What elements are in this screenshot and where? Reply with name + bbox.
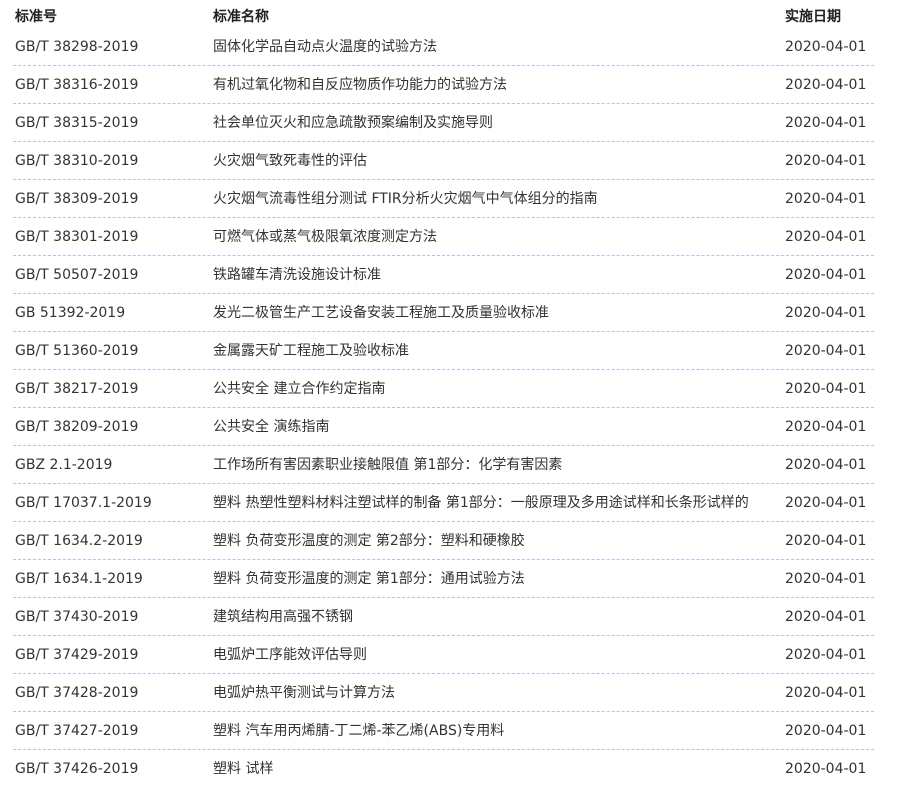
- standard-code-link[interactable]: GB/T 37429-2019: [15, 642, 138, 668]
- header-code: 标准号: [15, 9, 57, 25]
- standard-name-link[interactable]: 火灾烟气流毒性组分测试 FTIR分析火灾烟气中气体组分的指南: [213, 186, 775, 212]
- standard-code-link[interactable]: GB/T 38217-2019: [15, 376, 138, 402]
- standard-name-link[interactable]: 塑料 热塑性塑料材料注塑试样的制备 第1部分：一般原理及多用途试样和长条形试样的: [213, 490, 775, 516]
- table-row[interactable]: GB/T 1634.2-2019 塑料 负荷变形温度的测定 第2部分：塑料和硬橡胶…: [13, 522, 874, 560]
- standard-code-link[interactable]: GB/T 38310-2019: [15, 148, 138, 174]
- standard-name-link[interactable]: 建筑结构用高强不锈钢: [213, 604, 775, 630]
- standard-code-link[interactable]: GB/T 38309-2019: [15, 186, 138, 212]
- standard-name-link[interactable]: 社会单位灭火和应急疏散预案编制及实施导则: [213, 110, 775, 136]
- implementation-date: 2020-04-01: [785, 761, 867, 777]
- standard-name-link[interactable]: 电弧炉工序能效评估导则: [213, 642, 775, 668]
- table-row[interactable]: GB/T 38310-2019 火灾烟气致死毒性的评估 2020-04-01: [13, 142, 874, 180]
- standard-name-link[interactable]: 电弧炉热平衡测试与计算方法: [213, 680, 775, 706]
- standard-code-link[interactable]: GB/T 37430-2019: [15, 604, 138, 630]
- table-row[interactable]: GB/T 37427-2019 塑料 汽车用丙烯腈-丁二烯-苯乙烯(ABS)专用料…: [13, 712, 874, 750]
- implementation-date: 2020-04-01: [785, 343, 867, 359]
- table-row[interactable]: GB/T 38316-2019 有机过氧化物和自反应物质作功能力的试验方法 2020…: [13, 66, 874, 104]
- implementation-date: 2020-04-01: [785, 647, 867, 663]
- table-row[interactable]: GB/T 37428-2019 电弧炉热平衡测试与计算方法 2020-04-01: [13, 674, 874, 712]
- standard-code-link[interactable]: GB/T 1634.2-2019: [15, 528, 143, 554]
- header-name: 标准名称: [213, 9, 269, 25]
- implementation-date: 2020-04-01: [785, 609, 867, 625]
- standard-code-link[interactable]: GB/T 37426-2019: [15, 756, 138, 782]
- table-row[interactable]: GB/T 38217-2019 公共安全 建立合作约定指南 2020-04-01: [13, 370, 874, 408]
- implementation-date: 2020-04-01: [785, 77, 867, 93]
- table-row[interactable]: GBZ 2.1-2019 工作场所有害因素职业接触限值 第1部分：化学有害因素 20…: [13, 446, 874, 484]
- standard-name-link[interactable]: 塑料 负荷变形温度的测定 第2部分：塑料和硬橡胶: [213, 528, 775, 554]
- standard-name-link[interactable]: 工作场所有害因素职业接触限值 第1部分：化学有害因素: [213, 452, 775, 478]
- table-row[interactable]: GB/T 50507-2019 铁路罐车清洗设施设计标准 2020-04-01: [13, 256, 874, 294]
- standard-code-link[interactable]: GB/T 1634.1-2019: [15, 566, 143, 592]
- implementation-date: 2020-04-01: [785, 229, 867, 245]
- standard-code-link[interactable]: GBZ 2.1-2019: [15, 452, 112, 478]
- standard-name-link[interactable]: 塑料 汽车用丙烯腈-丁二烯-苯乙烯(ABS)专用料: [213, 718, 775, 744]
- implementation-date: 2020-04-01: [785, 305, 867, 321]
- standard-code-link[interactable]: GB/T 38316-2019: [15, 72, 138, 98]
- standard-code-link[interactable]: GB/T 38315-2019: [15, 110, 138, 136]
- table-row[interactable]: GB/T 37426-2019 塑料 试样 2020-04-01: [13, 750, 874, 787]
- standard-name-link[interactable]: 火灾烟气致死毒性的评估: [213, 148, 775, 174]
- standard-code-link[interactable]: GB 51392-2019: [15, 300, 125, 326]
- implementation-date: 2020-04-01: [785, 685, 867, 701]
- header-date: 实施日期: [785, 9, 841, 25]
- table-row[interactable]: GB/T 38209-2019 公共安全 演练指南 2020-04-01: [13, 408, 874, 446]
- implementation-date: 2020-04-01: [785, 457, 867, 473]
- standard-name-link[interactable]: 金属露天矿工程施工及验收标准: [213, 338, 775, 364]
- standard-name-link[interactable]: 可燃气体或蒸气极限氧浓度测定方法: [213, 224, 775, 250]
- implementation-date: 2020-04-01: [785, 381, 867, 397]
- table-row[interactable]: GB/T 38315-2019 社会单位灭火和应急疏散预案编制及实施导则 2020-…: [13, 104, 874, 142]
- implementation-date: 2020-04-01: [785, 419, 867, 435]
- standard-code-link[interactable]: GB/T 38301-2019: [15, 224, 138, 250]
- standard-code-link[interactable]: GB/T 17037.1-2019: [15, 490, 152, 516]
- table-row[interactable]: GB/T 37430-2019 建筑结构用高强不锈钢 2020-04-01: [13, 598, 874, 636]
- implementation-date: 2020-04-01: [785, 723, 867, 739]
- implementation-date: 2020-04-01: [785, 191, 867, 207]
- table-row[interactable]: GB/T 38298-2019 固体化学品自动点火温度的试验方法 2020-04-0…: [13, 28, 874, 66]
- standard-name-link[interactable]: 塑料 试样: [213, 756, 775, 782]
- implementation-date: 2020-04-01: [785, 571, 867, 587]
- standard-name-link[interactable]: 铁路罐车清洗设施设计标准: [213, 262, 775, 288]
- standard-code-link[interactable]: GB/T 38209-2019: [15, 414, 138, 440]
- table-row[interactable]: GB/T 37429-2019 电弧炉工序能效评估导则 2020-04-01: [13, 636, 874, 674]
- table-row[interactable]: GB/T 1634.1-2019 塑料 负荷变形温度的测定 第1部分：通用试验方法…: [13, 560, 874, 598]
- table-row[interactable]: GB/T 38309-2019 火灾烟气流毒性组分测试 FTIR分析火灾烟气中气体…: [13, 180, 874, 218]
- table-row[interactable]: GB 51392-2019 发光二极管生产工艺设备安装工程施工及质量验收标准 202…: [13, 294, 874, 332]
- table-row[interactable]: GB/T 51360-2019 金属露天矿工程施工及验收标准 2020-04-01: [13, 332, 874, 370]
- standard-name-link[interactable]: 公共安全 建立合作约定指南: [213, 376, 775, 402]
- standard-code-link[interactable]: GB/T 38298-2019: [15, 34, 138, 60]
- table-header: 标准号 标准名称 实施日期: [0, 0, 906, 28]
- standard-code-link[interactable]: GB/T 50507-2019: [15, 262, 138, 288]
- standard-name-link[interactable]: 公共安全 演练指南: [213, 414, 775, 440]
- standard-code-link[interactable]: GB/T 37427-2019: [15, 718, 138, 744]
- implementation-date: 2020-04-01: [785, 533, 867, 549]
- implementation-date: 2020-04-01: [785, 153, 867, 169]
- table-row[interactable]: GB/T 38301-2019 可燃气体或蒸气极限氧浓度测定方法 2020-04-0…: [13, 218, 874, 256]
- implementation-date: 2020-04-01: [785, 495, 867, 511]
- standard-name-link[interactable]: 有机过氧化物和自反应物质作功能力的试验方法: [213, 72, 775, 98]
- table-row[interactable]: GB/T 17037.1-2019 塑料 热塑性塑料材料注塑试样的制备 第1部分：…: [13, 484, 874, 522]
- implementation-date: 2020-04-01: [785, 267, 867, 283]
- standard-code-link[interactable]: GB/T 51360-2019: [15, 338, 138, 364]
- table-body: GB/T 38298-2019 固体化学品自动点火温度的试验方法 2020-04-0…: [0, 28, 906, 787]
- standards-table: 标准号 标准名称 实施日期 GB/T 38298-2019 固体化学品自动点火温度…: [0, 0, 906, 787]
- standard-name-link[interactable]: 塑料 负荷变形温度的测定 第1部分：通用试验方法: [213, 566, 775, 592]
- implementation-date: 2020-04-01: [785, 115, 867, 131]
- implementation-date: 2020-04-01: [785, 39, 867, 55]
- standard-name-link[interactable]: 固体化学品自动点火温度的试验方法: [213, 34, 775, 60]
- standard-name-link[interactable]: 发光二极管生产工艺设备安装工程施工及质量验收标准: [213, 300, 775, 326]
- standard-code-link[interactable]: GB/T 37428-2019: [15, 680, 138, 706]
